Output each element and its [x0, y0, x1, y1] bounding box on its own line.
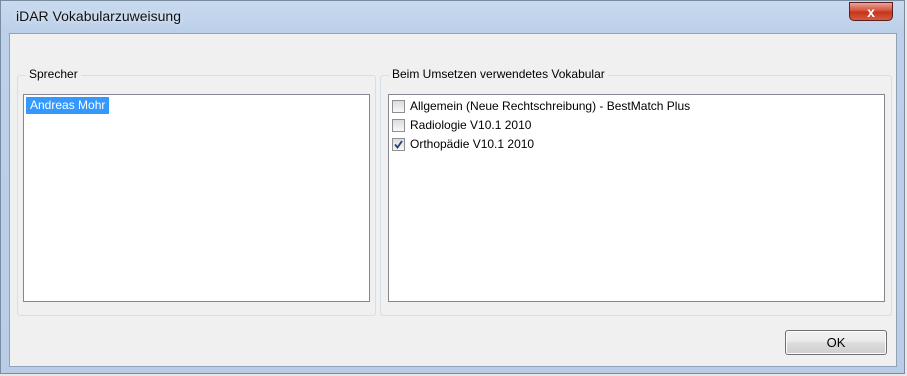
- ok-button[interactable]: OK: [785, 330, 887, 355]
- speaker-group-label: Sprecher: [26, 67, 81, 81]
- close-button[interactable]: x: [849, 2, 893, 21]
- vocabulary-item-radiologie[interactable]: Radiologie V10.1 2010: [392, 117, 531, 133]
- speaker-list-item[interactable]: Andreas Mohr: [26, 97, 110, 114]
- vocabulary-item-orthopaedie[interactable]: Orthopädie V10.1 2010: [392, 136, 534, 152]
- vocabulary-groupbox: Beim Umsetzen verwendetes Vokabular Allg…: [380, 67, 892, 316]
- vocabulary-listbox[interactable]: Allgemein (Neue Rechtschreibung) - BestM…: [388, 94, 885, 302]
- vocabulary-item-allgemein[interactable]: Allgemein (Neue Rechtschreibung) - BestM…: [392, 98, 690, 114]
- close-icon: x: [867, 4, 875, 20]
- vocabulary-item-label: Orthopädie V10.1 2010: [410, 137, 535, 151]
- checkbox-checked-icon[interactable]: [392, 137, 405, 151]
- checkmark-icon: [394, 139, 403, 149]
- title-bar[interactable]: iDAR Vokabularzuweisung x: [1, 1, 904, 33]
- checkbox-unchecked-icon[interactable]: [392, 99, 405, 113]
- window-title: iDAR Vokabularzuweisung: [16, 8, 181, 24]
- vocabulary-item-label: Allgemein (Neue Rechtschreibung) - BestM…: [410, 99, 691, 113]
- dialog-window: iDAR Vokabularzuweisung x Sprecher Andre…: [0, 0, 905, 374]
- dialog-client-area: Sprecher Andreas Mohr Beim Umsetzen verw…: [9, 33, 897, 367]
- vocabulary-item-label: Radiologie V10.1 2010: [410, 118, 532, 132]
- speaker-listbox[interactable]: Andreas Mohr: [23, 94, 370, 302]
- checkbox-unchecked-icon[interactable]: [392, 118, 405, 132]
- speaker-groupbox: Sprecher Andreas Mohr: [17, 67, 376, 316]
- vocabulary-group-label: Beim Umsetzen verwendetes Vokabular: [389, 67, 608, 81]
